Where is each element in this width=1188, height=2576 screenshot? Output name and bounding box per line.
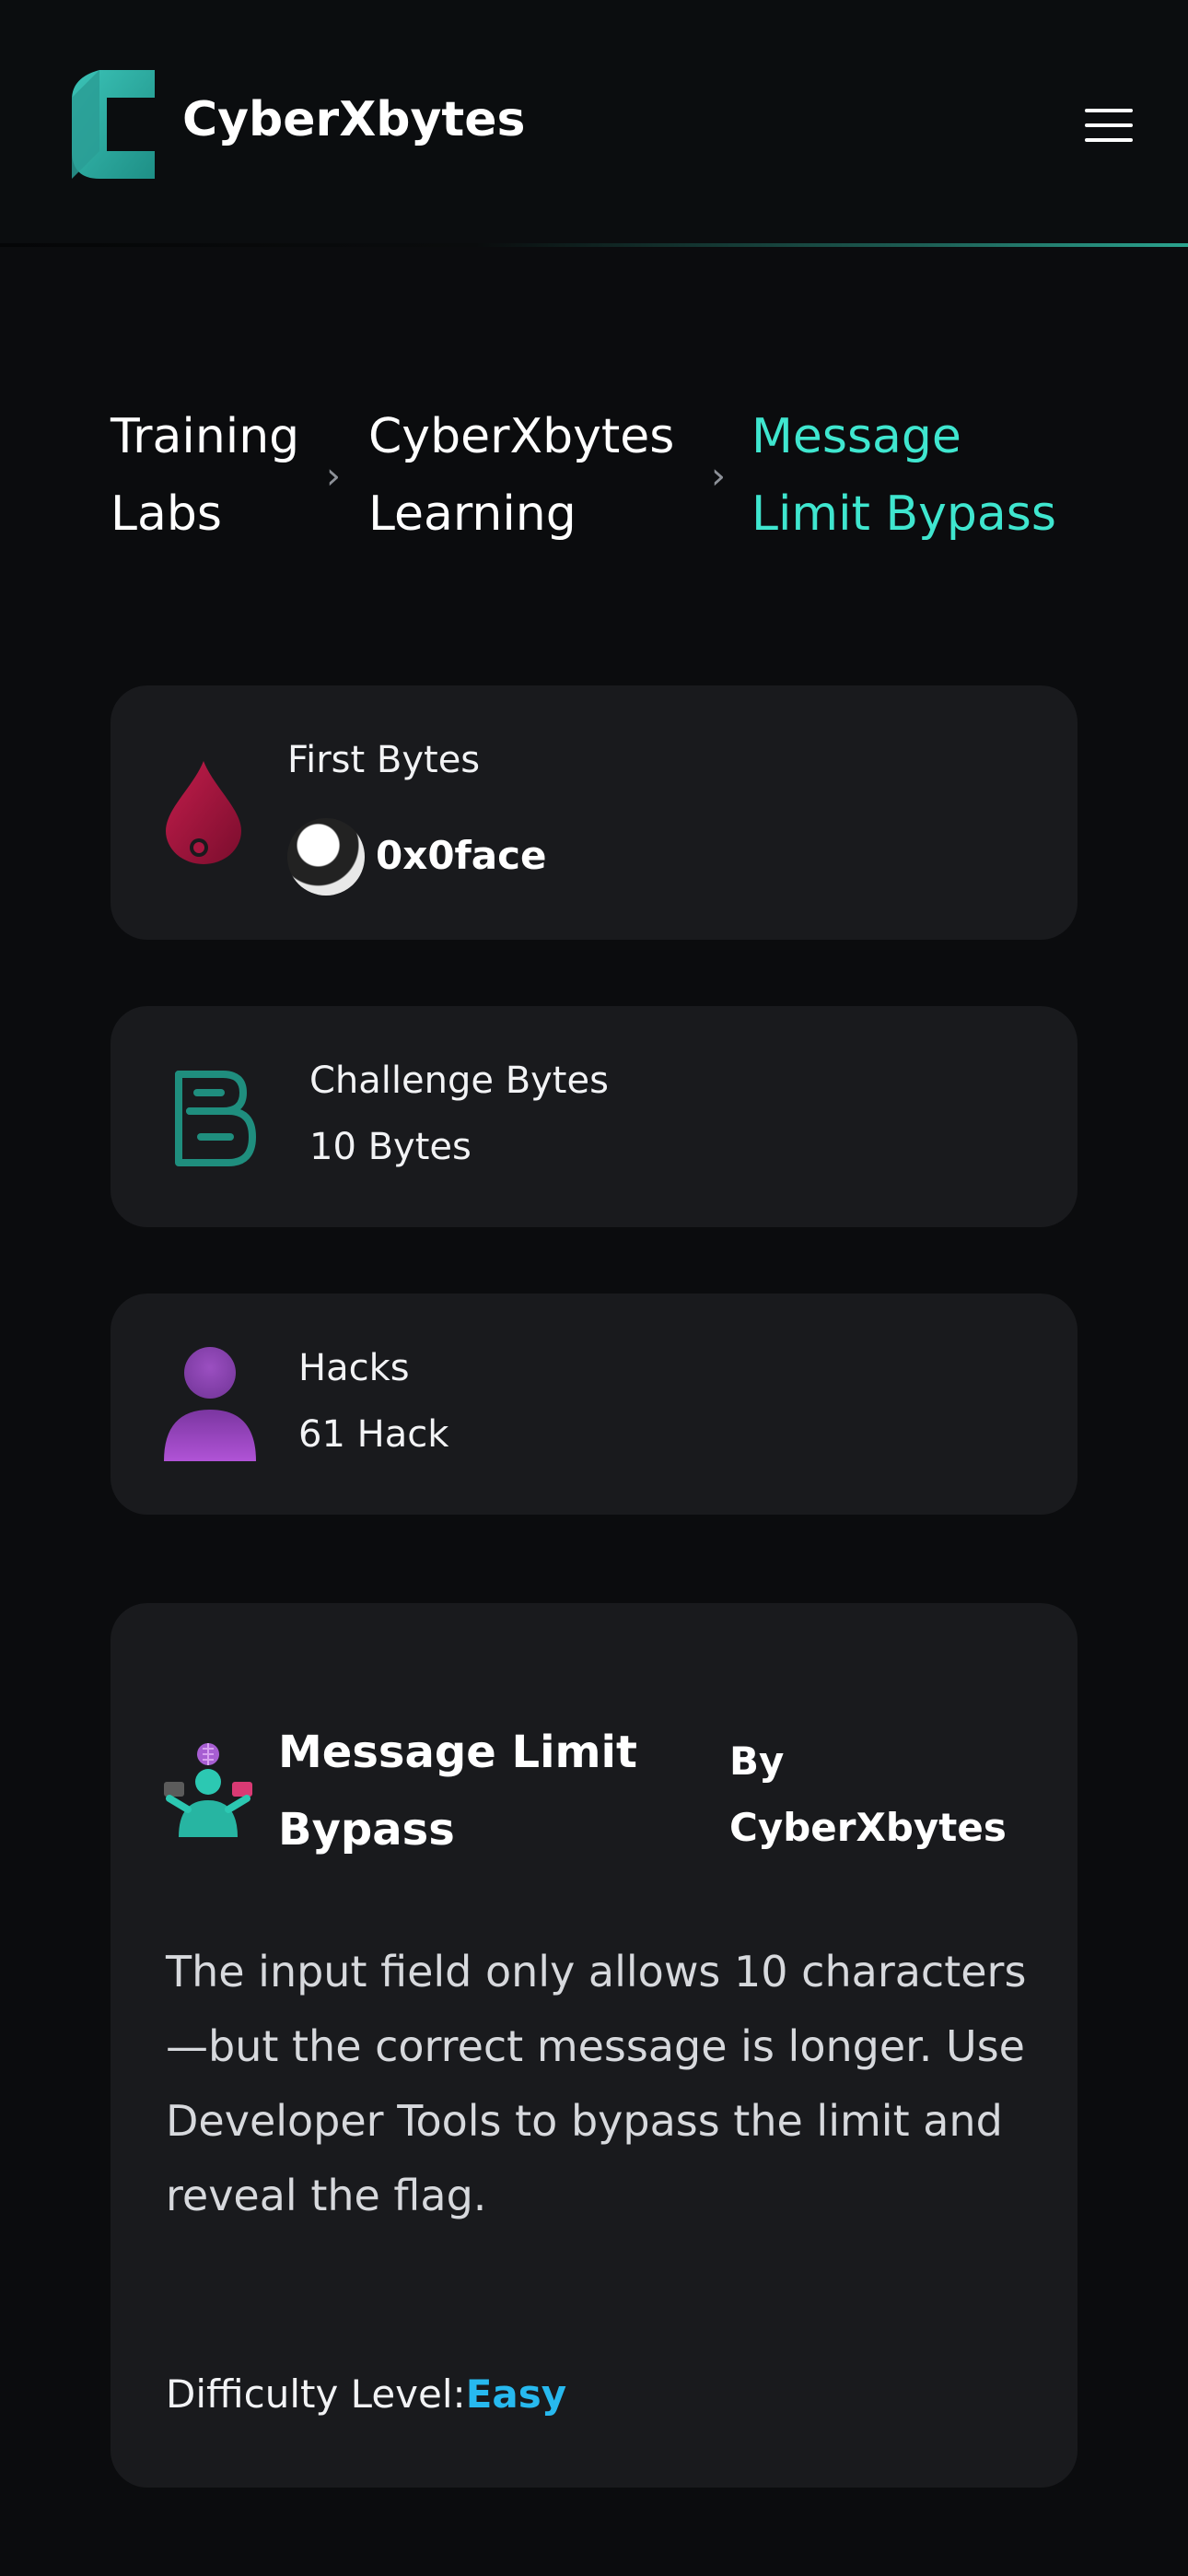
challenge-description: The input field only allows 10 character… xyxy=(166,1935,1026,2233)
breadcrumb-text: Limit Bypass xyxy=(751,486,1056,542)
challenge-author-text: By xyxy=(729,1739,785,1784)
challenge-title-text: Message Limit xyxy=(278,1727,637,1778)
breadcrumb-text: Learning xyxy=(368,486,577,542)
blood-drop-icon xyxy=(166,761,241,864)
menu-bar xyxy=(1085,138,1133,142)
user-icon xyxy=(164,1347,256,1461)
challenge-bytes-value: 10 Bytes xyxy=(309,1126,472,1168)
description-line: —but the correct message is longer. Use xyxy=(166,2021,1025,2071)
chevron-right-icon: › xyxy=(326,455,341,498)
menu-bar xyxy=(1085,123,1133,127)
hamburger-menu-icon[interactable] xyxy=(1079,101,1140,146)
difficulty-level: Difficulty Level:Easy xyxy=(166,2371,566,2417)
hacks-label: Hacks xyxy=(298,1347,410,1389)
challenge-title: Message Limit Bypass xyxy=(278,1714,637,1868)
challenge-author[interactable]: By CyberXbytes xyxy=(729,1728,1007,1861)
first-bytes-username[interactable]: 0x0face xyxy=(376,833,547,878)
menu-bar xyxy=(1085,109,1133,112)
breadcrumb-text: CyberXbytes xyxy=(368,409,675,464)
hacks-card: Hacks 61 Hack xyxy=(111,1294,1077,1515)
breadcrumb-training-labs[interactable]: Training Labs xyxy=(111,398,299,553)
brand-name[interactable]: CyberXbytes xyxy=(182,92,525,147)
description-line: reveal the flag. xyxy=(166,2171,487,2220)
breadcrumb-text: Training xyxy=(111,409,300,464)
header-divider xyxy=(0,243,1188,247)
challenge-avatar-icon xyxy=(164,1743,252,1837)
user-avatar[interactable] xyxy=(287,818,365,896)
cyberxbytes-logo-icon[interactable] xyxy=(72,70,155,179)
first-bytes-label: First Bytes xyxy=(287,739,481,781)
hacks-value: 61 Hack xyxy=(298,1413,449,1456)
first-bytes-card: First Bytes 0x0face xyxy=(111,685,1077,940)
challenge-bytes-card: Challenge Bytes 10 Bytes xyxy=(111,1006,1077,1227)
challenge-title-text: Bypass xyxy=(278,1804,455,1856)
bytes-logo-icon xyxy=(175,1071,256,1166)
breadcrumb-current: Message Limit Bypass xyxy=(751,398,1056,553)
breadcrumb-cyberxbytes-learning[interactable]: CyberXbytes Learning xyxy=(368,398,674,553)
chevron-right-icon: › xyxy=(711,455,726,498)
challenge-card: Message Limit Bypass By CyberXbytes The … xyxy=(111,1603,1077,2488)
breadcrumb-text: Message xyxy=(751,409,961,464)
description-line: Developer Tools to bypass the limit and xyxy=(166,2096,1003,2146)
breadcrumb-text: Labs xyxy=(111,486,222,542)
challenge-bytes-label: Challenge Bytes xyxy=(309,1060,609,1102)
top-navbar: CyberXbytes xyxy=(0,0,1188,247)
challenge-author-text: CyberXbytes xyxy=(729,1805,1007,1850)
description-line: The input field only allows 10 character… xyxy=(166,1947,1027,1996)
difficulty-badge: Easy xyxy=(465,2371,567,2417)
difficulty-label: Difficulty Level: xyxy=(166,2371,466,2417)
